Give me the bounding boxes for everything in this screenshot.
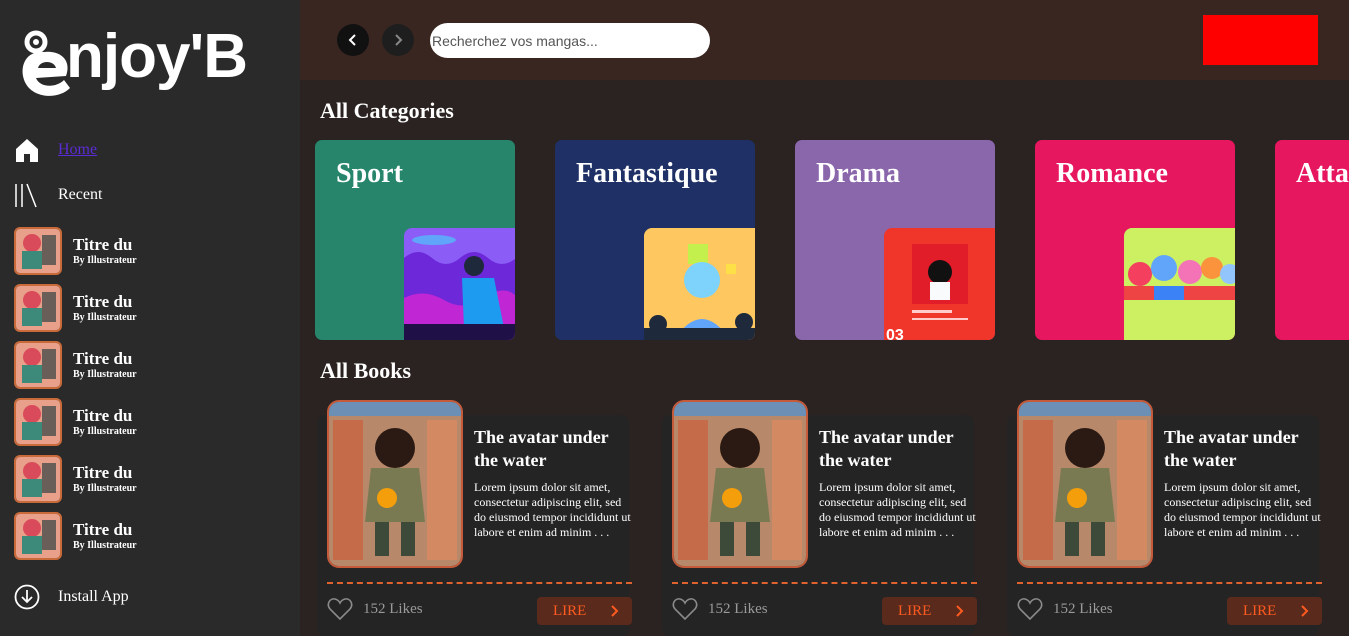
recent-thumbnail: [14, 227, 62, 275]
recent-title: Titre du: [73, 292, 133, 311]
recent-author: By Illustrateur: [73, 255, 137, 266]
recent-thumbnail: [14, 512, 62, 560]
recent-author: By Illustrateur: [73, 369, 137, 380]
book-description: Lorem ipsum dolor sit amet, consectetur …: [1164, 480, 1321, 539]
svg-text:03: 03: [886, 327, 904, 340]
lire-button[interactable]: LIRE: [882, 597, 977, 625]
category-illustration: [644, 228, 755, 340]
chevron-left-icon: [348, 34, 356, 46]
category-illustration: [1124, 228, 1235, 340]
category-card-drama[interactable]: Drama 03: [795, 140, 995, 340]
category-name: Fantastique: [576, 158, 718, 189]
sidebar: njoy'B Home Recent Titre du By Illustrat…: [0, 0, 300, 636]
like-count: 152 Likes: [363, 601, 423, 617]
heart-icon[interactable]: [1017, 597, 1043, 621]
book-title: The avatar under the water: [819, 427, 954, 470]
book-cover[interactable]: [1017, 400, 1153, 568]
profile-placeholder[interactable]: [1203, 15, 1318, 65]
recent-title: Titre du: [73, 235, 133, 254]
sidebar-item-home[interactable]: Home: [14, 137, 97, 163]
recent-title: Titre du: [73, 520, 133, 539]
recent-thumbnail: [14, 341, 62, 389]
book-cover[interactable]: [327, 400, 463, 568]
book-title: The avatar under the water: [474, 427, 609, 470]
sidebar-item-recent[interactable]: Recent: [14, 182, 102, 208]
book-card: The avatar under the water Lorem ipsum d…: [662, 400, 977, 636]
recent-thumbnail: [14, 455, 62, 503]
main-content: All Categories Sport Fantastique: [300, 0, 1349, 636]
install-app-label: Install App: [58, 588, 129, 605]
brand-logo[interactable]: njoy'B: [14, 18, 254, 110]
lire-button[interactable]: LIRE: [1227, 597, 1322, 625]
recent-author: By Illustrateur: [73, 483, 137, 494]
like-count: 152 Likes: [708, 601, 768, 617]
book-description: Lorem ipsum dolor sit amet, consectetur …: [474, 480, 631, 539]
category-illustration: [404, 228, 515, 340]
install-app-button[interactable]: Install App: [14, 584, 129, 610]
recent-item[interactable]: Titre du By Illustrateur: [14, 340, 294, 397]
forward-button[interactable]: [382, 24, 414, 56]
recent-list: Titre du By Illustrateur Titre du By Ill…: [14, 226, 294, 568]
logo-e-mark: [22, 30, 71, 96]
divider: [1017, 582, 1322, 584]
recent-title: Titre du: [73, 406, 133, 425]
sidebar-item-label: Recent: [58, 186, 103, 203]
book-card: The avatar under the water Lorem ipsum d…: [1007, 400, 1322, 636]
lire-label: LIRE: [898, 602, 932, 619]
chevron-right-icon: [611, 605, 619, 617]
category-name: Sport: [336, 158, 403, 189]
recent-thumbnail: [14, 398, 62, 446]
recent-item[interactable]: Titre du By Illustrateur: [14, 511, 294, 568]
divider: [672, 582, 977, 584]
heart-icon[interactable]: [327, 597, 353, 621]
book-cover[interactable]: [672, 400, 808, 568]
chevron-right-icon: [395, 34, 403, 46]
category-illustration: 03: [884, 228, 995, 340]
like-count: 152 Likes: [1053, 601, 1113, 617]
lire-label: LIRE: [553, 602, 587, 619]
divider: [327, 582, 632, 584]
search-input[interactable]: [430, 23, 710, 58]
category-card-fantastique[interactable]: Fantastique: [555, 140, 755, 340]
chevron-right-icon: [1301, 605, 1309, 617]
category-card-atta[interactable]: Atta: [1275, 140, 1349, 340]
chevron-right-icon: [956, 605, 964, 617]
recent-item[interactable]: Titre du By Illustrateur: [14, 283, 294, 340]
recent-title: Titre du: [73, 463, 133, 482]
top-bar: [300, 0, 1349, 80]
recent-item[interactable]: Titre du By Illustrateur: [14, 454, 294, 511]
category-name: Romance: [1056, 158, 1168, 189]
heart-icon[interactable]: [672, 597, 698, 621]
category-name: Atta: [1296, 158, 1349, 189]
category-name: Drama: [816, 158, 900, 189]
categories-heading: All Categories: [320, 98, 454, 123]
recent-author: By Illustrateur: [73, 540, 137, 551]
recent-thumbnail: [14, 284, 62, 332]
books-heading: All Books: [320, 358, 412, 383]
lire-button[interactable]: LIRE: [537, 597, 632, 625]
back-button[interactable]: [337, 24, 369, 56]
recent-author: By Illustrateur: [73, 426, 137, 437]
category-card-romance[interactable]: Romance: [1035, 140, 1235, 340]
book-title: The avatar under the water: [1164, 427, 1299, 470]
brand-name: njoy'B: [66, 22, 248, 91]
sidebar-item-label[interactable]: Home: [58, 141, 97, 159]
library-icon: [15, 183, 37, 208]
home-icon: [16, 139, 38, 162]
recent-author: By Illustrateur: [73, 312, 137, 323]
lire-label: LIRE: [1243, 602, 1277, 619]
category-card-sport[interactable]: Sport: [315, 140, 515, 340]
download-icon: [14, 584, 40, 610]
recent-item[interactable]: Titre du By Illustrateur: [14, 397, 294, 454]
recent-item[interactable]: Titre du By Illustrateur: [14, 226, 294, 283]
book-card: The avatar under the water Lorem ipsum d…: [317, 400, 632, 636]
recent-title: Titre du: [73, 349, 133, 368]
book-description: Lorem ipsum dolor sit amet, consectetur …: [819, 480, 976, 539]
